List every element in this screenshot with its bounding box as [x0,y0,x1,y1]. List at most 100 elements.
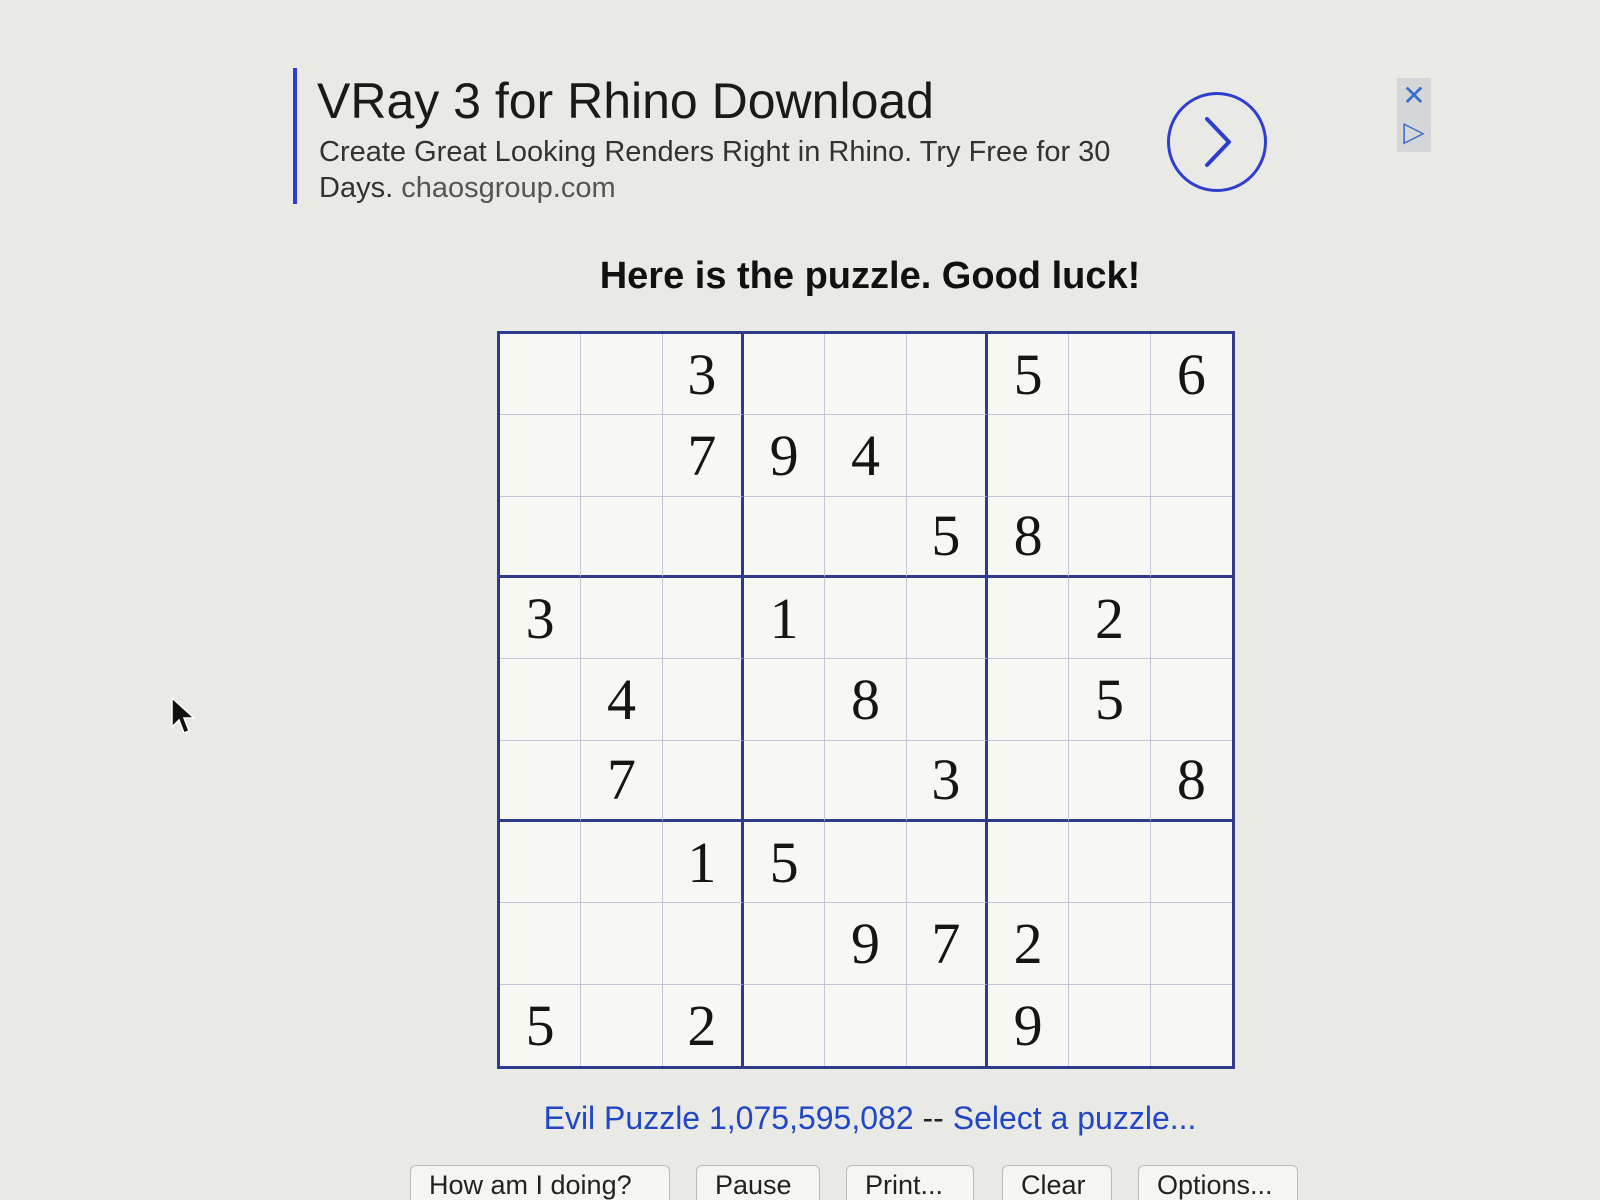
sudoku-cell[interactable] [744,984,826,1066]
sudoku-cell[interactable]: 1 [744,578,826,660]
puzzle-label: Evil Puzzle 1,075,595,082 [543,1100,914,1136]
sudoku-cell[interactable] [581,415,663,497]
sudoku-cell[interactable]: 3 [500,578,582,660]
sudoku-cell[interactable] [825,984,907,1066]
sudoku-cell[interactable] [744,740,826,822]
sudoku-cell[interactable]: 6 [1150,334,1232,416]
sudoku-cell[interactable]: 2 [988,903,1070,985]
sudoku-cell[interactable] [581,903,663,985]
sudoku-cell[interactable] [1150,903,1232,985]
sudoku-cell[interactable] [500,822,582,904]
sudoku-cell[interactable] [1069,984,1151,1066]
sudoku-cell[interactable] [825,740,907,822]
sudoku-cell[interactable] [500,903,582,985]
sudoku-cell[interactable]: 5 [1069,659,1151,741]
sudoku-cell[interactable] [906,659,988,741]
sudoku-cell[interactable] [906,415,988,497]
puzzle-heading: Here is the puzzle. Good luck! [599,255,1141,297]
print-button[interactable]: Print... [846,1165,974,1200]
sudoku-cell[interactable] [906,334,988,416]
sudoku-cell[interactable] [744,659,826,741]
sudoku-cell[interactable] [907,984,988,1066]
sudoku-cell[interactable] [662,496,744,578]
sudoku-cell[interactable]: 1 [662,822,744,904]
sudoku-cell[interactable] [1069,415,1151,497]
sudoku-cell[interactable] [744,334,826,416]
sudoku-cell[interactable] [1150,415,1232,497]
sudoku-cell[interactable]: 5 [744,822,826,904]
close-icon[interactable]: ✕ [1397,78,1431,114]
sudoku-cell[interactable] [1069,496,1151,578]
sudoku-cell[interactable] [825,822,907,904]
sudoku-cell[interactable] [988,659,1070,741]
sudoku-cell[interactable]: 8 [1150,741,1232,822]
sudoku-cell[interactable] [581,822,663,904]
sudoku-cell[interactable]: 7 [906,903,988,985]
sudoku-cell[interactable] [825,334,907,416]
sudoku-cell[interactable] [825,578,907,660]
sudoku-cell[interactable] [662,903,744,985]
sudoku-cell[interactable] [581,578,663,660]
adchoices-icon[interactable]: ▷ [1397,114,1431,150]
sudoku-cell[interactable] [581,334,663,416]
sudoku-cell[interactable] [581,984,663,1066]
how-am-i-doing-button[interactable]: How am I doing? [410,1165,670,1200]
sudoku-cell[interactable] [744,903,826,985]
sudoku-cell[interactable] [1151,985,1232,1066]
sudoku-cell[interactable] [500,740,582,822]
sudoku-cell[interactable]: 2 [663,984,744,1066]
options-button[interactable]: Options... [1138,1165,1298,1200]
sudoku-cell[interactable] [988,415,1070,497]
sudoku-cell[interactable] [825,496,907,578]
sudoku-cell[interactable] [988,740,1070,822]
sudoku-cell[interactable] [906,822,988,904]
ad-domain[interactable]: chaosgroup.com [401,172,615,204]
sudoku-cell[interactable]: 3 [906,740,988,822]
sudoku-cell[interactable] [500,415,582,497]
sudoku-cell[interactable]: 9 [825,903,907,985]
sudoku-cell[interactable] [1069,740,1151,822]
select-puzzle-link[interactable]: Select a puzzle... [953,1100,1197,1136]
sudoku-cell[interactable]: 8 [825,659,907,741]
sudoku-cell[interactable]: 8 [988,496,1070,578]
ad-description: Create Great Looking Renders Right in Rh… [319,134,1149,206]
sudoku-cell[interactable]: 4 [825,415,907,497]
sudoku-cell[interactable]: 2 [1069,578,1151,660]
sudoku-cell[interactable]: 7 [662,415,744,497]
pause-button[interactable]: Pause [696,1165,820,1200]
sudoku-page: VRay 3 for Rhino Download Create Great L… [0,0,1600,1200]
sudoku-cell[interactable] [500,334,582,416]
sudoku-cell[interactable]: 3 [662,334,744,416]
ad-title[interactable]: VRay 3 for Rhino Download [317,72,934,130]
sudoku-grid: 3567945831248573815972529 [497,331,1235,1069]
sudoku-cell[interactable] [1069,334,1151,416]
sudoku-cell[interactable] [988,578,1070,660]
sudoku-cell[interactable] [1150,497,1232,578]
mouse-pointer-icon [171,697,196,734]
sudoku-cell[interactable]: 5 [988,334,1070,416]
sudoku-cell[interactable]: 9 [988,984,1070,1066]
sudoku-cell[interactable] [500,496,582,578]
sudoku-cell[interactable] [662,740,744,822]
sudoku-cell[interactable] [662,659,744,741]
puzzle-info: Evil Puzzle 1,075,595,082 -- Select a pu… [0,1100,1600,1137]
sudoku-cell[interactable] [662,578,744,660]
chevron-right-icon[interactable] [1167,92,1267,192]
sudoku-cell[interactable] [500,659,582,741]
sudoku-cell[interactable] [744,496,826,578]
sudoku-cell[interactable]: 7 [581,740,663,822]
sudoku-cell[interactable] [581,496,663,578]
sudoku-cell[interactable] [988,822,1070,904]
sudoku-cell[interactable]: 5 [906,496,988,578]
sudoku-cell[interactable] [1150,659,1232,741]
sudoku-cell[interactable]: 9 [744,415,826,497]
clear-button[interactable]: Clear [1002,1165,1112,1200]
sudoku-cell[interactable]: 4 [581,659,663,741]
sudoku-cell[interactable] [1069,903,1151,985]
ad-banner[interactable]: VRay 3 for Rhino Download Create Great L… [293,68,1273,204]
sudoku-cell[interactable] [1150,822,1232,904]
sudoku-cell[interactable] [1069,822,1151,904]
sudoku-cell[interactable]: 5 [500,984,582,1066]
sudoku-cell[interactable] [906,578,988,660]
sudoku-cell[interactable] [1150,578,1232,660]
